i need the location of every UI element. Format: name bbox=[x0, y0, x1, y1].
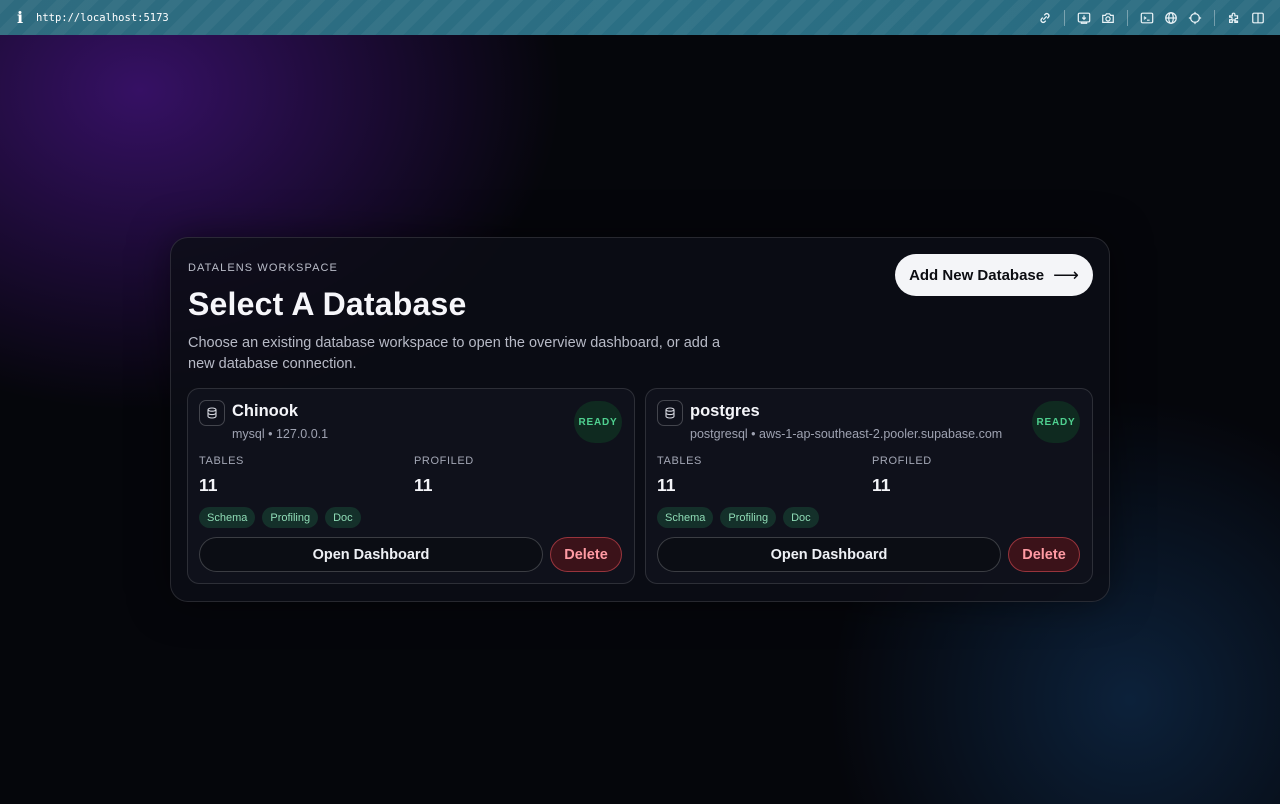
status-badge: READY bbox=[574, 401, 622, 443]
tag-doc: Doc bbox=[325, 507, 361, 528]
url-text[interactable]: http://localhost:5173 bbox=[36, 12, 169, 24]
toolbar-divider bbox=[1127, 9, 1128, 26]
link-icon[interactable] bbox=[1033, 6, 1057, 30]
screen-capture-icon[interactable] bbox=[1072, 6, 1096, 30]
database-icon bbox=[657, 400, 683, 426]
status-badge: READY bbox=[1032, 401, 1080, 443]
info-icon[interactable]: i bbox=[14, 8, 26, 27]
toolbar-divider bbox=[1064, 9, 1065, 26]
tag-schema: Schema bbox=[657, 507, 714, 528]
arrow-right-icon: ⟶ bbox=[1053, 264, 1079, 286]
tag-profiling: Profiling bbox=[720, 507, 777, 528]
database-card-chinook: Chinook mysql • 127.0.0.1 READY TABLES P… bbox=[187, 388, 635, 584]
tables-count: 11 bbox=[657, 475, 676, 495]
terminal-icon[interactable] bbox=[1135, 6, 1159, 30]
page-subtitle: Choose an existing database workspace to… bbox=[188, 335, 721, 372]
database-card-postgres: postgres postgresql • aws-1-ap-southeast… bbox=[645, 388, 1093, 584]
toolbar-divider bbox=[1214, 9, 1215, 26]
tag-profiling: Profiling bbox=[262, 507, 319, 528]
workspace-eyebrow: DATALENS WORKSPACE bbox=[188, 262, 338, 274]
profiled-count: 11 bbox=[872, 475, 891, 495]
database-icon bbox=[199, 400, 225, 426]
feature-tags: Schema Profiling Doc bbox=[199, 507, 361, 528]
delete-button[interactable]: Delete bbox=[550, 537, 622, 572]
page-title: Select A Database bbox=[188, 286, 467, 322]
open-dashboard-button[interactable]: Open Dashboard bbox=[657, 537, 1001, 572]
profiled-count: 11 bbox=[414, 475, 433, 495]
browser-toolbar: i http://localhost:5173 bbox=[0, 0, 1280, 35]
database-selector-panel: DATALENS WORKSPACE Select A Database Cho… bbox=[170, 237, 1110, 602]
open-dashboard-button[interactable]: Open Dashboard bbox=[199, 537, 543, 572]
feature-tags: Schema Profiling Doc bbox=[657, 507, 819, 528]
database-name: Chinook bbox=[232, 402, 298, 420]
delete-button[interactable]: Delete bbox=[1008, 537, 1080, 572]
sidebar-icon[interactable] bbox=[1246, 6, 1270, 30]
database-name: postgres bbox=[690, 402, 760, 420]
tag-doc: Doc bbox=[783, 507, 819, 528]
toolbar-icons bbox=[1033, 6, 1270, 30]
tables-label: TABLES bbox=[657, 455, 702, 467]
tables-count: 11 bbox=[199, 475, 218, 495]
tables-label: TABLES bbox=[199, 455, 244, 467]
profiled-label: PROFILED bbox=[872, 455, 932, 467]
database-connection-info: mysql • 127.0.0.1 bbox=[232, 427, 329, 441]
database-connection-info: postgresql • aws-1-ap-southeast-2.pooler… bbox=[690, 427, 1003, 441]
globe-icon[interactable] bbox=[1159, 6, 1183, 30]
tag-schema: Schema bbox=[199, 507, 256, 528]
add-new-database-button[interactable]: Add New Database ⟶ bbox=[895, 254, 1093, 296]
profiled-label: PROFILED bbox=[414, 455, 474, 467]
camera-icon[interactable] bbox=[1096, 6, 1120, 30]
add-new-database-label: Add New Database bbox=[909, 266, 1045, 284]
crosshair-icon[interactable] bbox=[1183, 6, 1207, 30]
extension-icon[interactable] bbox=[1222, 6, 1246, 30]
